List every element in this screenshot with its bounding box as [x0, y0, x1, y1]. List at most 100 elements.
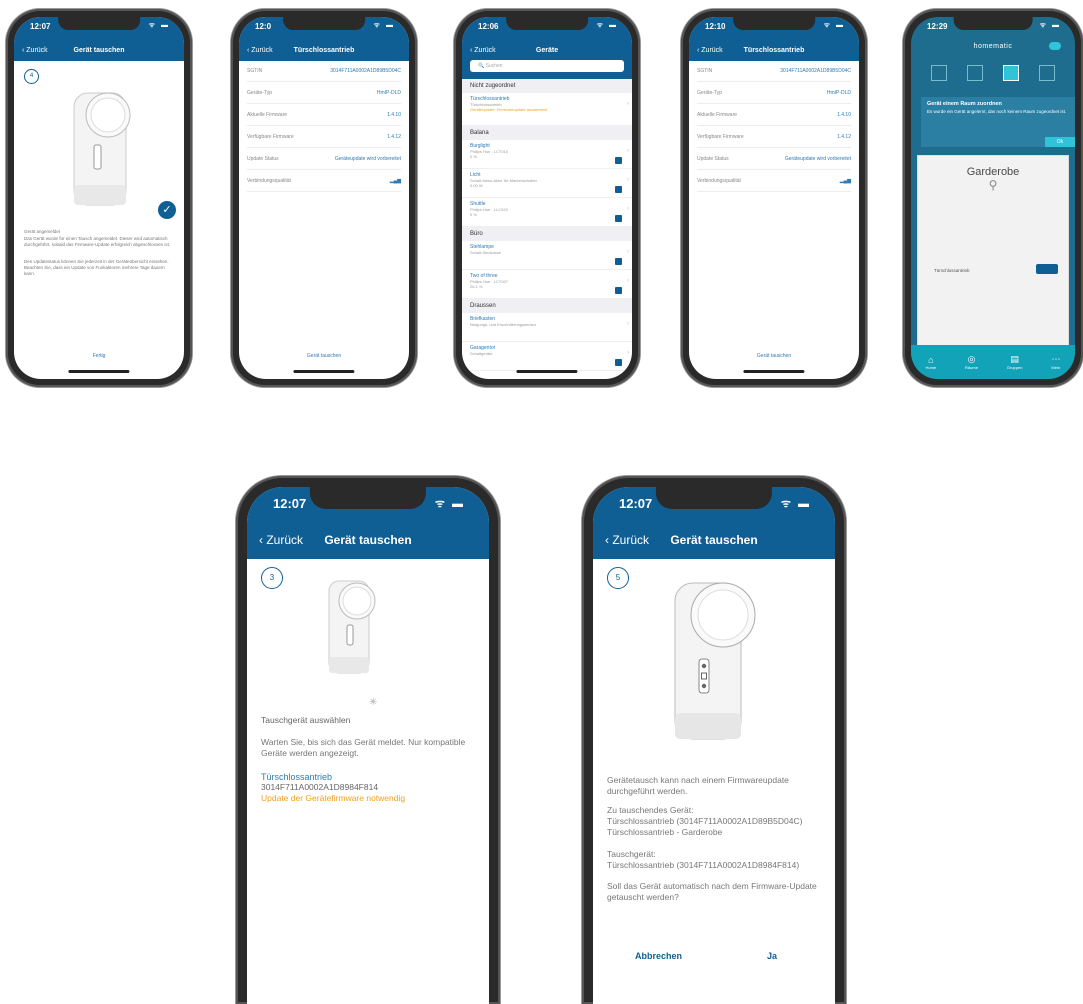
wifi-battery-icon: ᯤ ▬ — [1039, 22, 1061, 29]
power-toggle-button[interactable] — [615, 287, 622, 294]
status-time: 12:07 — [273, 496, 307, 511]
notch — [309, 487, 427, 509]
device-value: 0 % — [470, 154, 477, 159]
info-row: Geräte-Typ HmIP-DLD — [697, 83, 851, 104]
search-input[interactable]: 🔍 Suchen — [470, 60, 624, 72]
banner-ok-button[interactable]: Ok — [1045, 137, 1075, 147]
home-icon: ⌂ — [928, 354, 934, 365]
status-time: 12:0 — [255, 22, 272, 31]
wifi-battery-icon: ᯤ ▬ — [434, 498, 465, 510]
tab-label: Gruppen — [1006, 365, 1023, 370]
power-toggle-button[interactable] — [615, 157, 622, 164]
info-row: SGTIN 3014F711A0002A1D89B5D04C — [247, 61, 401, 82]
list-item[interactable]: Garagentor Schaltgeräte › — [462, 342, 632, 371]
power-toggle-button[interactable] — [615, 359, 622, 366]
list-item[interactable]: Shuttle Philips Hue - LLC020 0 % › — [462, 198, 632, 227]
screen-7: 12:07 ᯤ ▬ ‹ Zurück Gerät tauschen 5 Gerä… — [593, 487, 835, 1004]
row-value: HmIP-DLD — [826, 90, 851, 96]
info-title: Gerät angemeldet — [24, 229, 61, 234]
replace-device-button[interactable]: Gerät tauschen — [689, 353, 859, 359]
notch — [506, 17, 588, 30]
thermometer-icon[interactable] — [931, 65, 947, 81]
confirm-question: Soll das Gerät automatisch nach dem Firm… — [607, 881, 817, 903]
wifi-battery-icon: ᯤ ▬ — [823, 22, 845, 29]
content: SGTIN 3014F711A0002A1D89B5D04C Geräte-Typ… — [689, 61, 859, 379]
list-item[interactable]: Briefkasten Neigungs- und Erschütterungs… — [462, 313, 632, 342]
more-icon: ⋯ — [1051, 354, 1061, 364]
step-indicator: 5 — [607, 567, 629, 589]
notch — [283, 17, 365, 30]
tab-label: Räume — [965, 365, 978, 370]
info-row: Verfügbare Firmware 1.4.12 — [247, 127, 401, 148]
room-card: Garderobe ⚲ Türschlossantrieb — [917, 155, 1069, 347]
new-device-title: Tauschgerät: — [607, 849, 656, 859]
info-row: Verbindungsqualität ▂▄▆ — [247, 171, 401, 192]
row-key: Geräte-Typ — [697, 90, 723, 96]
status-time: 12:06 — [478, 22, 499, 31]
power-toggle-button[interactable] — [615, 215, 622, 222]
content: 4 ✓ Gerät angemeldet Das Gerät wurde für… — [14, 61, 184, 379]
done-button[interactable]: Fertig — [14, 353, 184, 359]
cancel-button[interactable]: Abbrechen — [635, 951, 682, 961]
menu-toggle-icon[interactable] — [1049, 42, 1061, 50]
tab-home[interactable]: ⌂ Home — [925, 355, 936, 370]
tab-more[interactable]: ⋯ Mehr — [1051, 354, 1060, 370]
device-value: 0,00 W — [470, 183, 483, 188]
device-value: 0 % — [470, 212, 477, 217]
chevron-right-icon: › — [627, 321, 629, 327]
status-time: 12:07 — [30, 22, 51, 31]
row-value: Geräteupdate wird vorbereitet — [784, 156, 851, 162]
list-item[interactable]: Two of three Philips Hue - LCT007 26,1 %… — [462, 270, 632, 299]
replace-device-button[interactable]: Gerät tauschen — [239, 353, 409, 359]
tab-groups[interactable]: ▤ Gruppen — [1007, 354, 1023, 370]
screen-5: 12:29 ᯤ ▬ homematic Gerät einem Raum zuo… — [911, 17, 1075, 379]
wifi-battery-icon: ᯤ ▬ — [780, 498, 811, 510]
category-icon-row — [921, 65, 1065, 81]
list-item[interactable]: Türschlossantrieb Türschlossantrieb Gerä… — [462, 93, 632, 126]
rooms-icon: ◎ — [967, 354, 976, 364]
list-item[interactable]: Stehlampe Schalt-Steckdose › — [462, 241, 632, 270]
section-header: Büro — [462, 227, 632, 241]
list-item[interactable]: Burglight Philips Hue - LCT010 0 % › — [462, 140, 632, 169]
chevron-right-icon: › — [627, 101, 629, 107]
row-value: 1.4.12 — [837, 134, 851, 140]
phone-2: 12:0 ᯤ ▬ ‹ Zurück Türschlossantrieb SGTI… — [231, 9, 417, 387]
power-toggle-button[interactable] — [615, 186, 622, 193]
row-value: 1.4.10 — [837, 112, 851, 118]
old-device-room: Türschlossantrieb - Garderobe — [607, 827, 723, 837]
tab-label: Home — [925, 364, 937, 370]
banner-title: Gerät einem Raum zuordnen — [927, 101, 1002, 107]
list-item[interactable]: Licht Schalt-Mess-Aktor für Markenschalt… — [462, 169, 632, 198]
row-value: 1.4.10 — [387, 112, 401, 118]
shutter-icon[interactable] — [1039, 65, 1055, 81]
confirm-button[interactable]: Ja — [767, 951, 777, 961]
row-key: Aktuelle Firmware — [247, 112, 288, 118]
page-title: Gerät tauschen — [73, 47, 125, 54]
tab-rooms[interactable]: ◎ Räume — [965, 354, 978, 370]
phone-5: 12:29 ᯤ ▬ homematic Gerät einem Raum zuo… — [903, 9, 1083, 387]
power-toggle-button[interactable] — [615, 258, 622, 265]
lock-control-button[interactable] — [1036, 264, 1058, 274]
banner-text: Es wurde ein Gerät angelernt, das noch k… — [927, 109, 1067, 114]
device-warning: Update der Gerätefirmware notwendig — [261, 793, 406, 803]
row-key: Aktuelle Firmware — [697, 112, 738, 118]
row-key: Verbindungsqualität — [697, 178, 741, 184]
screen-6: 12:07 ᯤ ▬ ‹ Zurück Gerät tauschen 3 ✳ Ta… — [247, 487, 489, 1004]
section-header: Nicht zugeordnet — [462, 79, 632, 93]
row-value: Geräteupdate wird vorbereitet — [334, 156, 401, 162]
home-indicator — [293, 370, 355, 373]
coat-hanger-icon: ⚲ — [988, 178, 998, 192]
phone-3: 12:06 ᯤ ▬ ‹ Zurück Geräte 🔍 Suchen Nicht… — [454, 9, 640, 387]
page-title: Türschlossantrieb — [743, 47, 805, 54]
row-key: SGTIN — [697, 68, 713, 74]
chevron-right-icon: › — [627, 177, 629, 183]
lock-icon[interactable] — [1003, 65, 1019, 81]
info-row: Aktuelle Firmware 1.4.10 — [247, 105, 401, 126]
check-circle-icon: ✓ — [158, 201, 176, 219]
room-name: Garderobe — [966, 166, 1020, 178]
door-lock-drive-image — [73, 92, 131, 206]
chevron-right-icon: › — [627, 278, 629, 284]
window-icon[interactable] — [967, 65, 983, 81]
notch — [58, 17, 140, 30]
section-header: Draussen — [462, 299, 632, 313]
